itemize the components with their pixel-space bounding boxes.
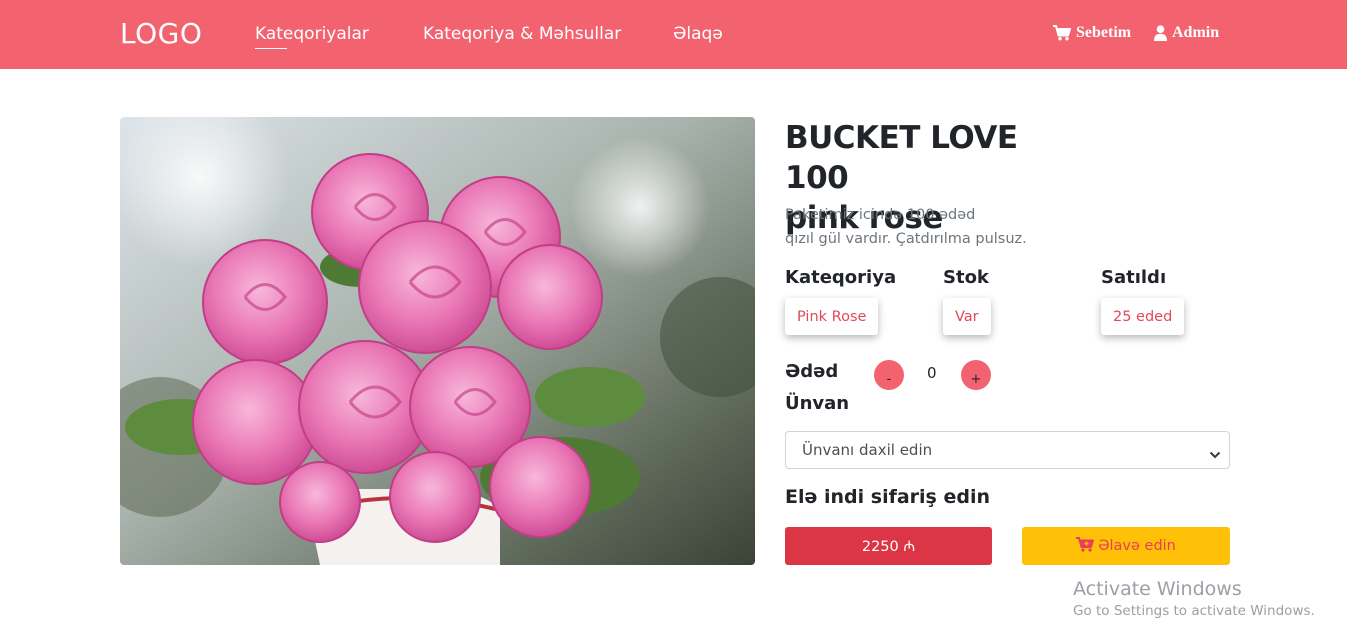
- product-description: Paketimiz icində 100 ədəd qızıl gül vard…: [785, 203, 1045, 251]
- stock-badge: Var: [943, 298, 991, 335]
- nav-link-kateqoriya-mehsullar[interactable]: Kateqoriya & Məhsullar: [423, 24, 621, 44]
- quantity-increase-button[interactable]: +: [961, 360, 991, 390]
- order-heading: Elə indi sifariş edin: [785, 486, 991, 508]
- chevron-down-icon: [1209, 446, 1221, 464]
- user-icon: [1154, 25, 1167, 41]
- address-select[interactable]: Ünvanı daxil edin: [785, 431, 1230, 469]
- quantity-label: Ədəd: [785, 361, 839, 382]
- price-button[interactable]: 2250 ₼: [785, 527, 992, 565]
- shopping-cart-icon: [1053, 25, 1071, 41]
- navbar: LOGO Kateqoriyalar Kateqoriya & Məhsulla…: [0, 0, 1347, 69]
- admin-link[interactable]: Admin: [1154, 24, 1219, 42]
- address-select-value: Ünvanı daxil edin: [802, 441, 933, 459]
- quantity-value: 0: [927, 364, 937, 382]
- stock-label: Stok: [943, 267, 989, 288]
- quantity-decrease-button[interactable]: -: [874, 360, 904, 390]
- category-badge[interactable]: Pink Rose: [785, 298, 879, 335]
- admin-label: Admin: [1172, 24, 1220, 41]
- product-title-line1: BUCKET LOVE 100: [785, 120, 1018, 196]
- nav-link-elaqe[interactable]: Əlaqə: [673, 24, 723, 44]
- activate-windows-title: Activate Windows: [1073, 578, 1242, 600]
- add-to-cart-label: Əlavə edin: [1098, 538, 1176, 554]
- cart-plus-icon: [1076, 536, 1095, 556]
- product-description-line2: qızıl gül vardır. Çatdırılma pulsuz.: [785, 231, 1027, 247]
- cart-label: Sebetim: [1076, 24, 1132, 41]
- add-to-cart-button[interactable]: Əlavə edin: [1022, 527, 1230, 565]
- nav-link-kateqoriyalar[interactable]: Kateqoriyalar: [255, 24, 369, 49]
- logo[interactable]: LOGO: [120, 17, 202, 50]
- address-label: Ünvan: [785, 393, 850, 414]
- pink-roses-bouquet-image: [120, 117, 755, 565]
- product-description-line1: Paketimiz icində 100 ədəd: [785, 207, 976, 223]
- cart-link[interactable]: Sebetim: [1053, 24, 1131, 42]
- sold-label: Satıldı: [1101, 267, 1167, 288]
- category-label: Kateqoriya: [785, 267, 897, 288]
- activate-windows-subtitle: Go to Settings to activate Windows.: [1073, 603, 1315, 619]
- sold-badge: 25 eded: [1101, 298, 1185, 335]
